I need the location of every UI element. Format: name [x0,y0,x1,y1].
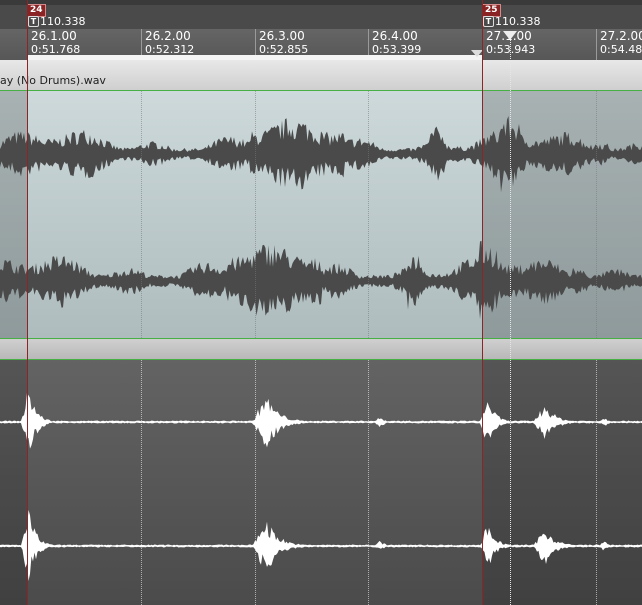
waveform-drums-right-channel [0,509,642,581]
beat-gridline [368,360,369,605]
beat-gridline [596,360,597,605]
waveform-right-channel [0,240,642,319]
waveform-drums-left-channel [0,392,642,449]
beat-gridline [255,360,256,605]
now-time-handle[interactable] [503,31,517,40]
beat-gridline [141,91,142,338]
beat-gridline [141,360,142,605]
beat-gridline [368,91,369,338]
now-time-cursor[interactable] [510,37,511,605]
bar-marker-line-24[interactable] [27,0,28,605]
waveform-left-channel [0,116,642,193]
bar-marker-line-25[interactable] [482,0,483,605]
beat-gridline [255,91,256,338]
arrange-view: 24 T 110.338 25 T 110.338 26.1.00 0:51.7… [0,0,642,605]
beat-gridline [596,91,597,338]
waveform-display [0,116,642,581]
